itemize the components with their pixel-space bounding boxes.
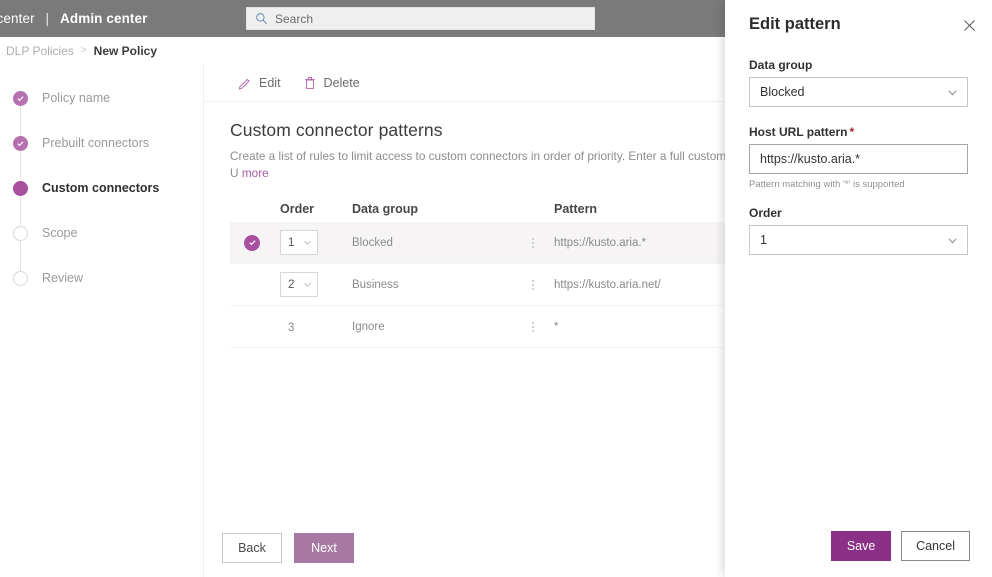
- table-header-order: Order: [280, 202, 315, 216]
- sidebar-item-custom-connectors[interactable]: Custom connectors: [13, 178, 159, 198]
- app-root: in center | Admin center Search DLP Poli…: [0, 0, 992, 577]
- row-order-cell: 3: [276, 318, 352, 336]
- more-options-icon: [532, 278, 534, 292]
- edit-pattern-panel: Edit pattern Data group Blocked Host URL…: [725, 0, 992, 577]
- host-url-value: https://kusto.aria.*: [760, 152, 861, 166]
- order-static-value: 3: [288, 321, 295, 334]
- order-select-value: 1: [288, 236, 295, 249]
- data-group-field: Data group Blocked: [749, 58, 968, 107]
- sidebar-item-label: Policy name: [42, 91, 111, 105]
- order-label: Order: [749, 206, 782, 220]
- step-status-icon-current: [13, 180, 28, 196]
- order-select-value: 2: [288, 278, 295, 291]
- row-actions-button[interactable]: [512, 278, 554, 292]
- wizard-stepper: Policy name Prebuilt connectors Custom c…: [0, 64, 204, 577]
- row-order-cell[interactable]: 1: [276, 230, 352, 255]
- step-status-icon-todo: [13, 270, 28, 286]
- sidebar-item-label: Scope: [42, 226, 78, 240]
- row-data-group-cell: Blocked: [352, 236, 393, 249]
- table-header-data-group: Data group: [352, 202, 418, 216]
- required-marker: *: [849, 125, 855, 139]
- pencil-icon: [238, 78, 250, 90]
- delete-button[interactable]: Delete: [295, 70, 368, 96]
- data-group-value: Blocked: [760, 85, 805, 99]
- more-options-icon: [532, 236, 534, 250]
- host-url-input[interactable]: https://kusto.aria.*: [749, 144, 968, 174]
- next-button[interactable]: Next: [294, 533, 354, 563]
- sidebar-item-policy-name[interactable]: Policy name: [13, 88, 110, 108]
- panel-footer: Save Cancel: [725, 515, 992, 577]
- order-select[interactable]: 1: [749, 225, 968, 255]
- sidebar-item-label: Prebuilt connectors: [42, 136, 150, 150]
- order-select[interactable]: 2: [280, 272, 318, 297]
- row-selected-check-icon: [244, 234, 260, 251]
- search-icon: [256, 13, 268, 25]
- breadcrumb-chevron-icon: >: [80, 45, 87, 56]
- sidebar-item-label: Review: [42, 271, 83, 285]
- sidebar-item-prebuilt-connectors[interactable]: Prebuilt connectors: [13, 133, 149, 153]
- delete-button-label: Delete: [323, 75, 360, 90]
- chevron-down-icon: [948, 237, 957, 243]
- data-group-label: Data group: [749, 58, 813, 72]
- close-icon: [963, 19, 975, 31]
- host-url-label-text: Host URL pattern: [749, 125, 848, 139]
- page-title: Custom connector patterns: [230, 120, 443, 140]
- chevron-down-icon: [304, 282, 311, 287]
- sidebar-item-review[interactable]: Review: [13, 268, 83, 288]
- brand-title-truncated: in center: [0, 11, 35, 26]
- breadcrumb-item-new-policy: New Policy: [93, 43, 158, 58]
- step-status-icon-done: [13, 90, 28, 106]
- step-status-icon-done: [13, 135, 28, 151]
- chevron-down-icon: [948, 89, 957, 95]
- order-value: 1: [760, 233, 767, 247]
- more-options-icon: [532, 320, 534, 334]
- chevron-down-icon: [304, 240, 311, 245]
- page-description: Create a list of rules to limit access t…: [230, 148, 790, 182]
- search-placeholder: Search: [275, 11, 314, 26]
- brand-title: in center | Admin center: [0, 11, 147, 26]
- brand-title-main: Admin center: [60, 11, 148, 26]
- row-selection-cell[interactable]: [230, 234, 276, 251]
- brand-separator: |: [45, 11, 50, 26]
- row-actions-button[interactable]: [512, 236, 554, 250]
- breadcrumb-item-dlp-policies[interactable]: DLP Policies: [6, 44, 74, 58]
- host-url-field: Host URL pattern * https://kusto.aria.* P…: [749, 125, 968, 190]
- save-button[interactable]: Save: [831, 531, 892, 561]
- row-data-group-cell: Business: [352, 278, 399, 291]
- back-button[interactable]: Back: [222, 533, 282, 563]
- close-button[interactable]: [960, 16, 978, 34]
- search-input[interactable]: Search: [246, 7, 595, 30]
- row-data-group-cell: Ignore: [352, 320, 385, 333]
- data-group-select[interactable]: Blocked: [749, 77, 968, 107]
- host-url-label: Host URL pattern *: [749, 125, 968, 139]
- step-status-icon-todo: [13, 225, 28, 241]
- sidebar-item-label: Custom connectors: [42, 181, 160, 195]
- row-order-cell[interactable]: 2: [276, 272, 352, 297]
- row-actions-button[interactable]: [512, 320, 554, 334]
- page-description-text: Create a list of rules to limit access t…: [230, 149, 782, 180]
- host-url-hint: Pattern matching with '*' is supported: [749, 179, 905, 190]
- trash-icon: [304, 76, 315, 89]
- cancel-button[interactable]: Cancel: [901, 531, 970, 561]
- order-select[interactable]: 1: [280, 230, 318, 255]
- edit-button[interactable]: Edit: [230, 70, 289, 96]
- learn-more-link[interactable]: more: [242, 166, 269, 180]
- panel-title: Edit pattern: [749, 15, 841, 33]
- sidebar-item-scope[interactable]: Scope: [13, 223, 77, 243]
- order-field: Order 1: [749, 206, 968, 255]
- edit-button-label: Edit: [259, 75, 281, 90]
